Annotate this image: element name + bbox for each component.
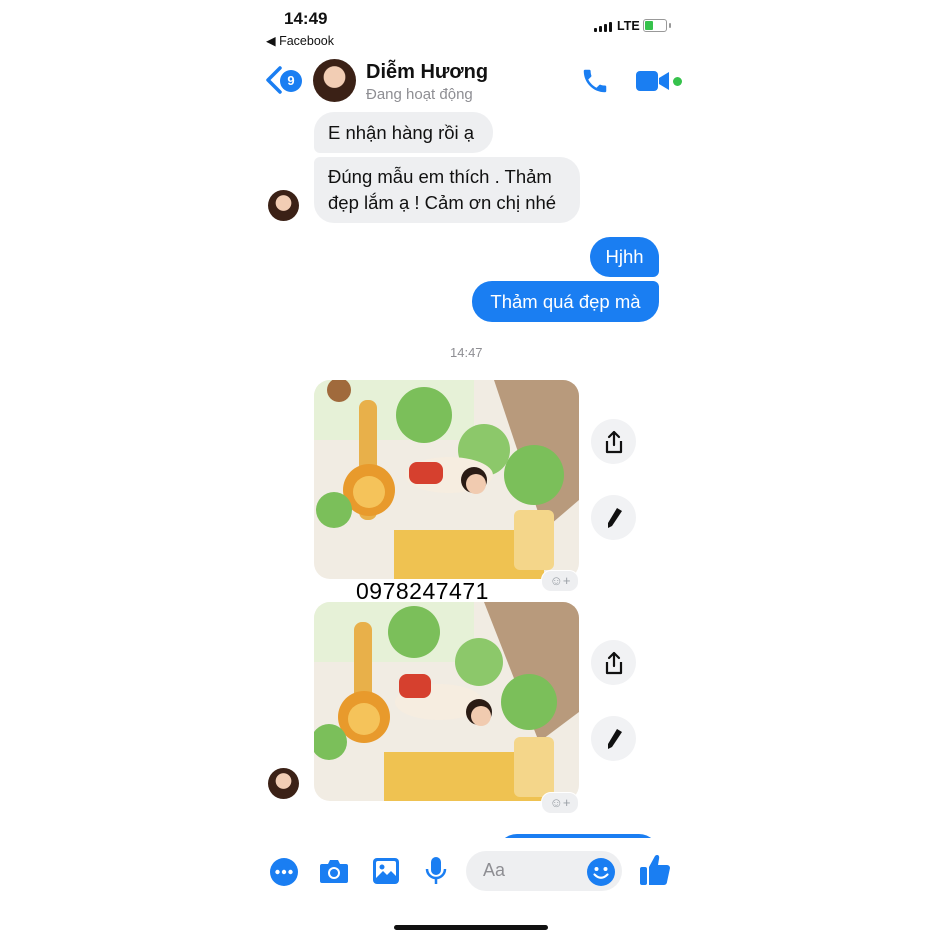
photo-message[interactable]	[314, 602, 579, 801]
play-mat-photo	[314, 380, 579, 579]
sender-avatar[interactable]	[268, 768, 299, 799]
share-button[interactable]	[591, 419, 636, 464]
home-indicator[interactable]	[394, 925, 548, 930]
share-icon	[605, 430, 622, 453]
emoji-icon[interactable]	[586, 857, 616, 892]
phone-number-overlay: 0978247471	[356, 578, 489, 604]
message-bubble-incoming[interactable]: E nhận hàng rồi ạ	[314, 112, 493, 153]
network-type: LTE	[617, 19, 640, 33]
video-call-icon[interactable]	[636, 70, 670, 97]
status-time: 14:49	[284, 9, 328, 28]
add-reaction-icon[interactable]: ☺+	[541, 792, 579, 814]
camera-icon[interactable]	[319, 858, 349, 889]
signal-icon	[594, 22, 612, 32]
photo-message[interactable]	[314, 380, 579, 579]
contact-status: Đang hoạt động	[366, 86, 473, 103]
messenger-screen: 14:49 ◀ Facebook LTE 9 Diễm Hương Đang h…	[254, 0, 687, 941]
play-mat-photo	[314, 602, 579, 801]
edit-pen-icon	[607, 507, 622, 528]
add-reaction-icon[interactable]: ☺+	[541, 570, 579, 592]
message-bubble-outgoing[interactable]: Hjhh	[590, 237, 659, 277]
microphone-icon[interactable]	[425, 856, 447, 891]
unread-badge[interactable]: 9	[280, 70, 302, 92]
message-timestamp: 14:47	[450, 345, 483, 360]
message-bubble-outgoing[interactable]: Thảm quá đẹp mà	[472, 281, 659, 322]
online-indicator	[673, 77, 682, 86]
back-to-facebook-link[interactable]: ◀ Facebook	[266, 33, 334, 48]
gallery-icon[interactable]	[372, 857, 400, 890]
battery-icon	[643, 19, 671, 32]
message-line: đẹp lắm ạ ! Cảm ơn chị nhé	[328, 192, 557, 213]
contact-avatar[interactable]	[313, 59, 356, 102]
thumbs-up-icon[interactable]	[639, 853, 671, 892]
edit-pen-icon	[607, 728, 622, 749]
sender-avatar[interactable]	[268, 190, 299, 221]
message-input-placeholder: Aa	[483, 860, 506, 880]
phone-call-icon[interactable]	[580, 66, 610, 101]
share-icon	[605, 651, 622, 674]
edit-button[interactable]	[591, 495, 636, 540]
contact-name[interactable]: Diễm Hương	[366, 61, 488, 84]
message-line: Đúng mẫu em thích . Thảm	[328, 166, 552, 187]
more-icon[interactable]	[269, 857, 299, 892]
share-button[interactable]	[591, 640, 636, 685]
edit-button[interactable]	[591, 716, 636, 761]
message-bubble-incoming[interactable]: Đúng mẫu em thích . Thảm đẹp lắm ạ ! Cảm…	[314, 157, 580, 223]
